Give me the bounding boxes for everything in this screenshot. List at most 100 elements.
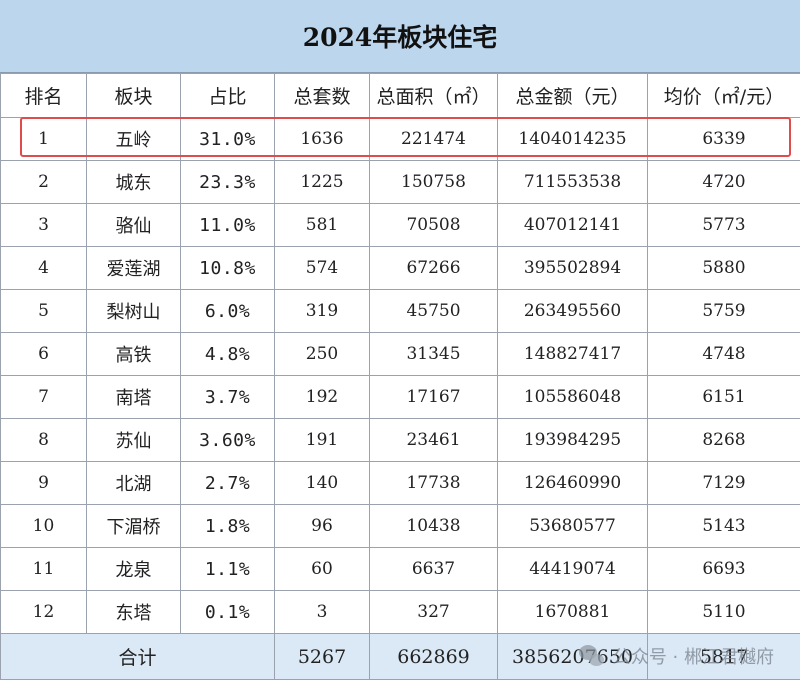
cell-rank: 3 <box>0 203 87 247</box>
cell-share: 23.3% <box>180 160 275 204</box>
cell-area: 327 <box>369 590 498 634</box>
cell-rank: 11 <box>0 547 87 591</box>
cell-amount: 711553538 <box>497 160 648 204</box>
cell-area: 17167 <box>369 375 498 419</box>
cell-district: 五岭 <box>86 117 181 161</box>
cell-rank: 4 <box>0 246 87 290</box>
cell-district: 爱莲湖 <box>86 246 181 290</box>
cell-district: 梨树山 <box>86 289 181 333</box>
cell-amount: 263495560 <box>497 289 648 333</box>
table-row: 2 城东 23.3% 1225 150758 711553538 4720 <box>0 160 800 204</box>
cell-amount: 126460990 <box>497 461 648 505</box>
header-district: 板块 <box>86 73 181 118</box>
cell-district: 龙泉 <box>86 547 181 591</box>
cell-amount: 148827417 <box>497 332 648 376</box>
cell-amount: 1670881 <box>497 590 648 634</box>
cell-rank: 1 <box>0 117 87 161</box>
cell-avg-price: 6339 <box>647 117 800 161</box>
cell-share: 3.7% <box>180 375 275 419</box>
cell-units: 191 <box>274 418 370 462</box>
cell-avg-price: 4720 <box>647 160 800 204</box>
header-avg-price: 均价（㎡/元） <box>647 73 800 118</box>
cell-amount: 1404014235 <box>497 117 648 161</box>
table-row: 5 梨树山 6.0% 319 45750 263495560 5759 <box>0 289 800 333</box>
cell-district: 苏仙 <box>86 418 181 462</box>
total-label: 合计 <box>0 633 275 680</box>
table-row: 11 龙泉 1.1% 60 6637 44419074 6693 <box>0 547 800 591</box>
cell-avg-price: 7129 <box>647 461 800 505</box>
cell-amount: 395502894 <box>497 246 648 290</box>
header-amount: 总金额（元） <box>497 73 648 118</box>
table-row: 6 高铁 4.8% 250 31345 148827417 4748 <box>0 332 800 376</box>
cell-amount: 407012141 <box>497 203 648 247</box>
cell-rank: 10 <box>0 504 87 548</box>
cell-share: 11.0% <box>180 203 275 247</box>
watermark-text: 公众号 · 郴江君樾府 <box>612 647 774 668</box>
cell-amount: 105586048 <box>497 375 648 419</box>
wechat-icon <box>578 645 605 667</box>
cell-units: 1225 <box>274 160 370 204</box>
cell-share: 10.8% <box>180 246 275 290</box>
cell-share: 2.7% <box>180 461 275 505</box>
cell-rank: 2 <box>0 160 87 204</box>
cell-rank: 6 <box>0 332 87 376</box>
cell-district: 下湄桥 <box>86 504 181 548</box>
cell-area: 221474 <box>369 117 498 161</box>
table-row: 4 爱莲湖 10.8% 574 67266 395502894 5880 <box>0 246 800 290</box>
cell-area: 150758 <box>369 160 498 204</box>
cell-units: 60 <box>274 547 370 591</box>
cell-avg-price: 8268 <box>647 418 800 462</box>
cell-share: 6.0% <box>180 289 275 333</box>
cell-rank: 7 <box>0 375 87 419</box>
cell-district: 高铁 <box>86 332 181 376</box>
cell-units: 3 <box>274 590 370 634</box>
cell-share: 3.60% <box>180 418 275 462</box>
table-row: 1 五岭 31.0% 1636 221474 1404014235 6339 <box>0 117 800 161</box>
cell-avg-price: 6693 <box>647 547 800 591</box>
header-area: 总面积（㎡） <box>369 73 498 118</box>
cell-rank: 5 <box>0 289 87 333</box>
cell-district: 骆仙 <box>86 203 181 247</box>
table-row: 9 北湖 2.7% 140 17738 126460990 7129 <box>0 461 800 505</box>
cell-avg-price: 4748 <box>647 332 800 376</box>
cell-avg-price: 5773 <box>647 203 800 247</box>
total-area: 662869 <box>369 633 498 680</box>
cell-units: 96 <box>274 504 370 548</box>
table-row: 7 南塔 3.7% 192 17167 105586048 6151 <box>0 375 800 419</box>
table-row: 12 东塔 0.1% 3 327 1670881 5110 <box>0 590 800 634</box>
cell-area: 23461 <box>369 418 498 462</box>
cell-units: 140 <box>274 461 370 505</box>
table-row: 10 下湄桥 1.8% 96 10438 53680577 5143 <box>0 504 800 548</box>
cell-amount: 53680577 <box>497 504 648 548</box>
header-units: 总套数 <box>274 73 370 118</box>
cell-amount: 44419074 <box>497 547 648 591</box>
cell-area: 31345 <box>369 332 498 376</box>
cell-units: 250 <box>274 332 370 376</box>
cell-area: 67266 <box>369 246 498 290</box>
cell-avg-price: 5759 <box>647 289 800 333</box>
watermark: 公众号 · 郴江君樾府 <box>578 643 774 669</box>
cell-units: 1636 <box>274 117 370 161</box>
cell-avg-price: 6151 <box>647 375 800 419</box>
table-row: 3 骆仙 11.0% 581 70508 407012141 5773 <box>0 203 800 247</box>
header-rank: 排名 <box>0 73 87 118</box>
cell-units: 581 <box>274 203 370 247</box>
cell-district: 北湖 <box>86 461 181 505</box>
table-row: 8 苏仙 3.60% 191 23461 193984295 8268 <box>0 418 800 462</box>
cell-units: 192 <box>274 375 370 419</box>
cell-area: 45750 <box>369 289 498 333</box>
cell-area: 17738 <box>369 461 498 505</box>
cell-district: 南塔 <box>86 375 181 419</box>
cell-area: 70508 <box>369 203 498 247</box>
cell-units: 574 <box>274 246 370 290</box>
cell-share: 0.1% <box>180 590 275 634</box>
header-share: 占比 <box>180 73 275 118</box>
cell-share: 31.0% <box>180 117 275 161</box>
header-row: 排名 板块 占比 总套数 总面积（㎡） 总金额（元） 均价（㎡/元） <box>0 73 800 118</box>
cell-avg-price: 5880 <box>647 246 800 290</box>
cell-amount: 193984295 <box>497 418 648 462</box>
cell-units: 319 <box>274 289 370 333</box>
cell-rank: 9 <box>0 461 87 505</box>
table-title: 2024年板块住宅 <box>0 0 800 73</box>
cell-area: 6637 <box>369 547 498 591</box>
